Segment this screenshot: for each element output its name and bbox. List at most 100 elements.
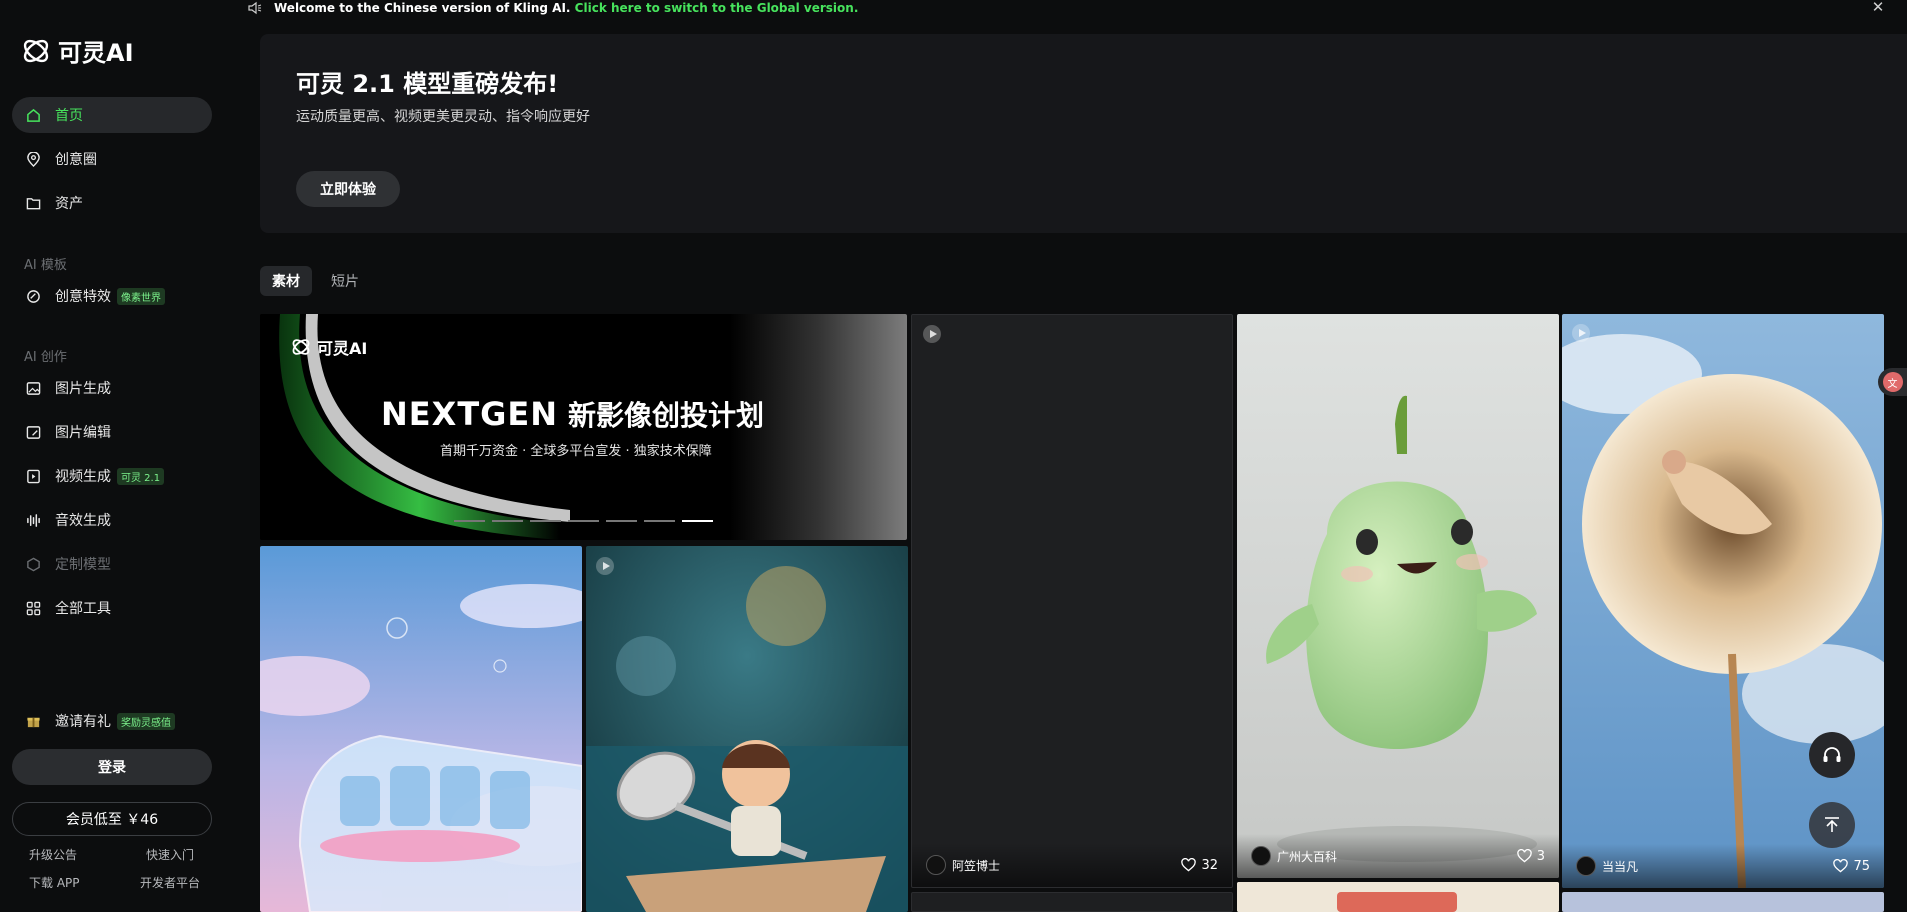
gallery-card-video-2[interactable] bbox=[911, 892, 1233, 912]
poster-image bbox=[1237, 882, 1559, 912]
speaker-icon bbox=[248, 1, 262, 15]
close-icon[interactable]: ✕ bbox=[1871, 0, 1885, 15]
kling-logo-icon bbox=[23, 39, 49, 62]
carousel-dot[interactable] bbox=[606, 520, 637, 522]
author-name[interactable]: 阿笠博士 bbox=[952, 857, 1181, 874]
notice-bar: Welcome to the Chinese version of Kling … bbox=[0, 0, 1907, 16]
author-name[interactable]: 当当凡 bbox=[1602, 858, 1833, 875]
heart-icon bbox=[1181, 858, 1197, 872]
try-now-button[interactable]: 立即体验 bbox=[296, 171, 400, 207]
nav-video-gen[interactable]: 视频生成 可灵 2.1 bbox=[12, 458, 212, 494]
back-to-top-icon bbox=[1825, 817, 1839, 832]
nav-sound-gen[interactable]: 音效生成 bbox=[12, 502, 212, 538]
link-quickstart[interactable]: 快速入门 bbox=[146, 846, 194, 863]
play-icon bbox=[923, 325, 941, 343]
nav-image-edit-label: 图片编辑 bbox=[55, 425, 111, 441]
nav-effects-label: 创意特效 bbox=[55, 289, 111, 305]
tab-shorts[interactable]: 短片 bbox=[319, 266, 371, 296]
release-banner: 可灵 2.1 模型重磅发布! 运动质量更高、视频更美更灵动、指令响应更好 立即体… bbox=[260, 34, 1907, 233]
carousel-dot[interactable] bbox=[530, 520, 561, 522]
card-footer: 阿笠博士 32 bbox=[912, 843, 1232, 887]
invite-label: 邀请有礼 bbox=[55, 714, 111, 730]
carousel-dot[interactable] bbox=[454, 520, 485, 522]
boat-image bbox=[586, 546, 908, 912]
gallery-card-video-1[interactable]: 阿笠博士 32 bbox=[911, 314, 1233, 888]
gallery-card-train[interactable] bbox=[260, 546, 582, 912]
nav-effects[interactable]: 创意特效 像素世界 bbox=[12, 278, 212, 314]
notice-text: Welcome to the Chinese version of Kling … bbox=[274, 1, 858, 15]
heart-icon bbox=[1833, 859, 1849, 873]
link-upgrade-notes[interactable]: 升级公告 bbox=[29, 846, 77, 863]
nav-all-tools[interactable]: 全部工具 bbox=[12, 590, 212, 626]
banner-title: 可灵 2.1 模型重磅发布! bbox=[296, 70, 559, 98]
nav-image-gen[interactable]: 图片生成 bbox=[12, 370, 212, 406]
link-download-app[interactable]: 下载 APP bbox=[29, 874, 80, 891]
home-icon bbox=[25, 107, 41, 123]
carousel-dot-active[interactable] bbox=[682, 520, 713, 522]
carousel-dot[interactable] bbox=[568, 520, 599, 522]
gift-icon bbox=[25, 713, 41, 729]
promo-headline-cn: 新影像创投计划 bbox=[568, 399, 765, 432]
promo-logo: 可灵AI bbox=[290, 335, 367, 359]
nav-assets[interactable]: 资产 bbox=[12, 185, 212, 221]
promo-carousel[interactable]: 可灵AI NEXTGEN 新影像创投计划 首期千万资金 · 全球多平台宣发 · … bbox=[260, 314, 907, 540]
link-developer-platform[interactable]: 开发者平台 bbox=[140, 874, 200, 891]
grid-icon bbox=[25, 600, 41, 616]
video-gen-tag: 可灵 2.1 bbox=[117, 467, 165, 485]
nav-home-label: 首页 bbox=[55, 108, 83, 124]
back-to-top-button[interactable] bbox=[1809, 802, 1855, 848]
like-count: 32 bbox=[1201, 857, 1218, 873]
audio-wave-icon bbox=[25, 512, 41, 528]
banner-subtitle: 运动质量更高、视频更美更灵动、指令响应更好 bbox=[296, 109, 590, 125]
card-footer: 当当凡 75 bbox=[1562, 844, 1884, 888]
gallery-card-next[interactable] bbox=[1562, 892, 1884, 912]
play-icon bbox=[596, 557, 614, 575]
tab-materials[interactable]: 素材 bbox=[260, 266, 312, 296]
brand-logo[interactable]: 可灵AI bbox=[20, 33, 134, 68]
kling-logo-icon bbox=[292, 339, 310, 355]
carousel-dots bbox=[454, 520, 713, 522]
heart-icon bbox=[1516, 849, 1532, 863]
promo-headline-en: NEXTGEN bbox=[381, 395, 559, 433]
sidebar: 可灵AI 首页 创意圈 资产 AI 模板 创意特效 像素世界 AI 创作 图片生… bbox=[0, 0, 228, 912]
video-icon bbox=[25, 468, 41, 484]
login-button[interactable]: 登录 bbox=[12, 749, 212, 785]
brand-name: 可灵AI bbox=[58, 39, 134, 67]
invite-tag: 奖励灵感值 bbox=[117, 712, 175, 730]
translate-widget[interactable]: 文 bbox=[1878, 368, 1907, 396]
nav-home[interactable]: 首页 bbox=[12, 97, 212, 133]
nav-image-gen-label: 图片生成 bbox=[55, 381, 111, 397]
customer-support-button[interactable] bbox=[1809, 732, 1855, 778]
nav-custom-model[interactable]: 定制模型 bbox=[12, 546, 212, 582]
image-icon bbox=[25, 380, 41, 396]
avatar[interactable] bbox=[1251, 846, 1271, 866]
headset-icon bbox=[1823, 747, 1841, 762]
like-counter[interactable]: 75 bbox=[1833, 859, 1870, 874]
invite-item[interactable]: 邀请有礼 奖励灵感值 bbox=[12, 703, 212, 739]
nav-image-edit[interactable]: 图片编辑 bbox=[12, 414, 212, 450]
promo-headline: NEXTGEN 新影像创投计划 bbox=[381, 394, 764, 434]
author-name[interactable]: 广州大百科 bbox=[1277, 848, 1517, 865]
like-count: 75 bbox=[1853, 858, 1870, 874]
carousel-dot[interactable] bbox=[492, 520, 523, 522]
global-version-link[interactable]: Click here to switch to the Global versi… bbox=[575, 1, 859, 15]
hexagon-icon bbox=[25, 556, 41, 572]
sparkle-icon bbox=[25, 288, 41, 304]
membership-button[interactable]: 会员低至 ￥46 bbox=[12, 802, 212, 836]
avatar[interactable] bbox=[926, 855, 946, 875]
image-edit-icon bbox=[25, 424, 41, 440]
like-counter[interactable]: 32 bbox=[1181, 858, 1218, 873]
avatar[interactable] bbox=[1576, 856, 1596, 876]
folder-icon bbox=[25, 195, 41, 211]
gallery-card-poster[interactable] bbox=[1237, 882, 1559, 912]
card-footer: 广州大百科 3 bbox=[1237, 834, 1559, 878]
gallery-card-boat[interactable] bbox=[586, 546, 908, 912]
section-ai-create: AI 创作 bbox=[24, 350, 67, 365]
nav-creative-circle[interactable]: 创意圈 bbox=[12, 141, 212, 177]
carousel-dot[interactable] bbox=[644, 520, 675, 522]
effects-tag: 像素世界 bbox=[117, 287, 165, 305]
location-icon bbox=[25, 151, 41, 167]
nav-video-gen-label: 视频生成 bbox=[55, 469, 111, 485]
gallery-card-creature[interactable]: 广州大百科 3 bbox=[1237, 314, 1559, 878]
like-counter[interactable]: 3 bbox=[1516, 849, 1545, 864]
